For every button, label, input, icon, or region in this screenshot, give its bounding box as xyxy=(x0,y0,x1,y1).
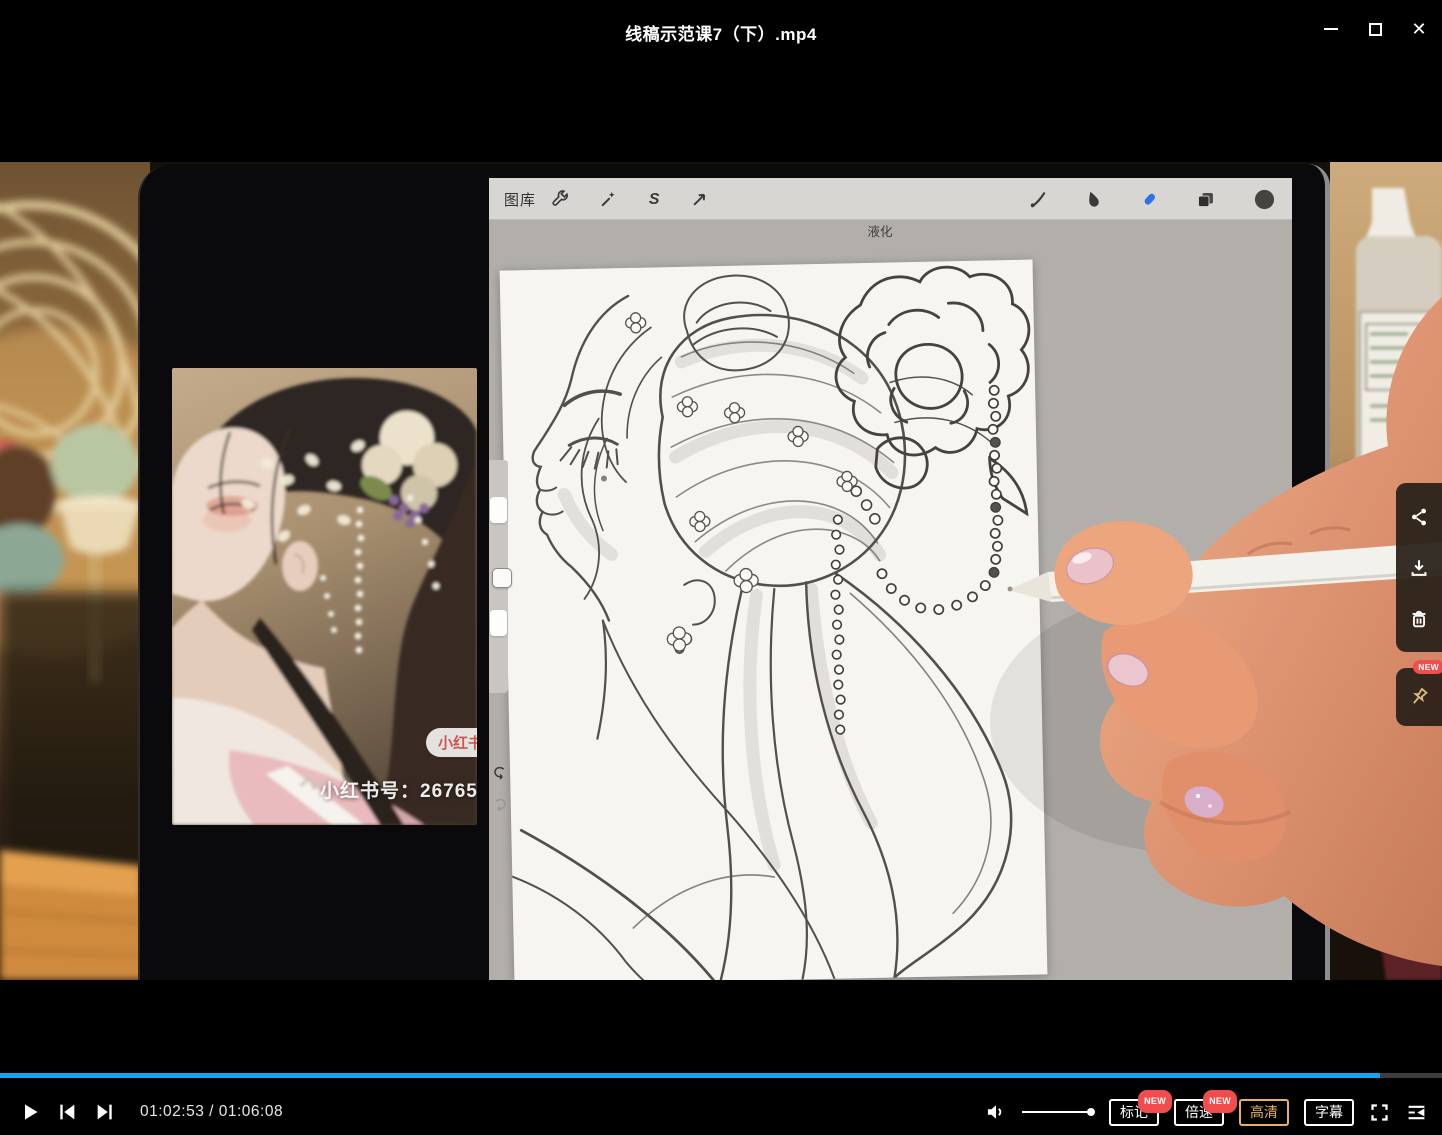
maximize-button[interactable] xyxy=(1360,14,1390,44)
volume-knob[interactable] xyxy=(1087,1108,1095,1116)
gallery-label: 图库 xyxy=(504,189,536,210)
transform-button[interactable] xyxy=(687,178,713,220)
adjustments-button[interactable] xyxy=(595,178,621,220)
controls-left: 01:02:53 / 01:06:08 xyxy=(20,1090,283,1134)
minimize-icon xyxy=(1324,28,1338,30)
undo-button[interactable] xyxy=(491,764,513,786)
mark-button[interactable]: 标记 NEW xyxy=(1109,1099,1159,1126)
progress-bar[interactable] xyxy=(0,1073,1442,1078)
download-icon xyxy=(1408,557,1430,579)
fullscreen-button[interactable] xyxy=(1369,1102,1390,1123)
controls-right: 标记 NEW 倍速 NEW 高清 字幕 xyxy=(985,1090,1428,1134)
hd-label: 高清 xyxy=(1250,1104,1278,1120)
play-button[interactable] xyxy=(20,1101,40,1123)
title-bar: 线稿示范课7（下）.mp4 ✕ xyxy=(0,0,1442,162)
magic-wand-icon xyxy=(598,189,618,209)
volume-slider[interactable] xyxy=(1022,1111,1094,1113)
svg-text:S: S xyxy=(649,191,660,208)
video-frame[interactable]: 小红书号：26765 小红书 图库 S xyxy=(0,162,1442,980)
ipad-device: 小红书号：26765 小红书 图库 S xyxy=(138,164,1330,980)
playlist-button[interactable] xyxy=(1405,1102,1428,1123)
mark-new-badge: NEW xyxy=(1138,1090,1172,1113)
modify-button[interactable] xyxy=(492,568,512,588)
window-title: 线稿示范课7（下）.mp4 xyxy=(0,20,1442,45)
redo-button[interactable] xyxy=(491,796,513,818)
player-controls: 01:02:53 / 01:06:08 标记 NEW 倍速 NEW 高清 xyxy=(0,980,1442,1135)
xiaohongshu-badge: 小红书 xyxy=(426,728,477,757)
progress-played xyxy=(0,1073,1380,1078)
procreate-app: 图库 S xyxy=(489,178,1292,980)
share-button[interactable] xyxy=(1404,502,1434,532)
actions-button[interactable] xyxy=(547,178,573,220)
pin-new-badge: NEW xyxy=(1413,660,1442,674)
procreate-toolbar: 图库 S xyxy=(489,178,1292,220)
close-button[interactable]: ✕ xyxy=(1404,14,1434,44)
floating-action-panel xyxy=(1396,483,1442,652)
app-window: 线稿示范课7（下）.mp4 ✕ xyxy=(0,0,1442,1135)
photo-watermark: 小红书号：26765 xyxy=(320,776,477,803)
volume-icon xyxy=(985,1103,1007,1121)
brush-opacity-slider-handle[interactable] xyxy=(490,610,507,636)
window-controls: ✕ xyxy=(1316,14,1434,44)
hd-button[interactable]: 高清 xyxy=(1239,1099,1289,1126)
subtitles-label: 字幕 xyxy=(1315,1104,1343,1120)
next-button[interactable] xyxy=(94,1101,116,1123)
brush-size-slider-handle[interactable] xyxy=(490,497,507,523)
undo-icon xyxy=(491,764,509,782)
volume-button[interactable] xyxy=(985,1103,1007,1121)
color-circle-icon xyxy=(1253,188,1276,211)
layers-button[interactable] xyxy=(1192,178,1218,220)
time-display: 01:02:53 / 01:06:08 xyxy=(140,1103,283,1121)
subtitles-button[interactable]: 字幕 xyxy=(1304,1099,1354,1126)
drawing-canvas[interactable] xyxy=(500,259,1048,980)
smudge-button[interactable] xyxy=(1079,178,1105,220)
close-icon: ✕ xyxy=(1411,20,1426,38)
speed-button[interactable]: 倍速 NEW xyxy=(1174,1099,1224,1126)
share-icon xyxy=(1408,506,1430,528)
next-icon xyxy=(94,1101,116,1123)
minimize-button[interactable] xyxy=(1316,14,1346,44)
paintbrush-icon xyxy=(1028,189,1049,210)
redo-icon xyxy=(491,796,509,814)
liquify-status-label: 液化 xyxy=(840,221,920,240)
gallery-button[interactable]: 图库 xyxy=(497,178,543,220)
fullscreen-icon xyxy=(1369,1102,1390,1123)
controls-row: 01:02:53 / 01:06:08 标记 NEW 倍速 NEW 高清 xyxy=(0,1090,1442,1134)
previous-icon xyxy=(56,1101,78,1123)
wrench-icon xyxy=(550,189,570,209)
s-ribbon-icon: S xyxy=(643,189,663,209)
trash-icon xyxy=(1408,608,1430,630)
speed-new-badge: NEW xyxy=(1203,1090,1237,1113)
erase-button[interactable] xyxy=(1136,178,1162,220)
pin-button[interactable] xyxy=(1404,682,1434,712)
color-button[interactable] xyxy=(1250,178,1278,220)
arrow-cursor-icon xyxy=(690,189,710,209)
pin-panel: NEW xyxy=(1396,668,1442,726)
maximize-icon xyxy=(1369,23,1382,36)
eraser-icon xyxy=(1139,189,1160,210)
download-button[interactable] xyxy=(1404,553,1434,583)
play-icon xyxy=(20,1101,40,1123)
selection-button[interactable]: S xyxy=(640,178,666,220)
background-desk-left xyxy=(0,162,150,980)
reference-photo: 小红书号：26765 小红书 xyxy=(172,368,477,825)
previous-button[interactable] xyxy=(56,1101,78,1123)
brush-button[interactable] xyxy=(1025,178,1051,220)
playlist-icon xyxy=(1405,1102,1428,1123)
pushpin-icon xyxy=(1407,685,1431,709)
stacked-squares-icon xyxy=(1195,189,1216,210)
finger-smudge-icon xyxy=(1082,189,1103,210)
delete-button[interactable] xyxy=(1404,604,1434,634)
